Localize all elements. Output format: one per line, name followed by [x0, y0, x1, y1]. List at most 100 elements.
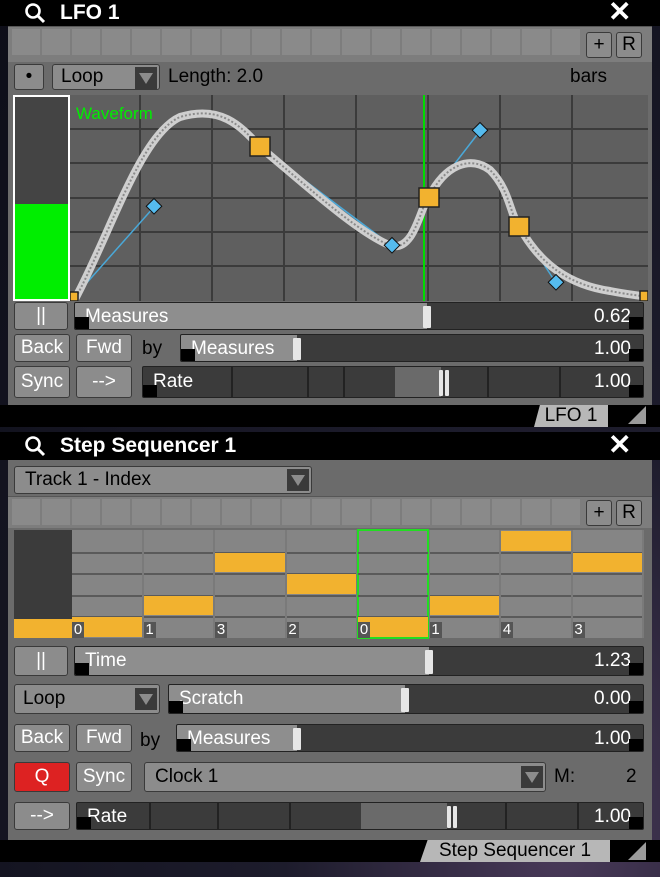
- back-button[interactable]: Back: [14, 334, 70, 362]
- macro-slot[interactable]: [102, 29, 130, 55]
- macro-slot[interactable]: [222, 499, 250, 525]
- lfo-mode-dropdown[interactable]: Loop: [52, 64, 160, 90]
- step-column[interactable]: 3: [572, 530, 642, 638]
- macro-slot[interactable]: [222, 29, 250, 55]
- macro-slot[interactable]: [492, 499, 520, 525]
- seq-tab[interactable]: Step Sequencer 1: [420, 840, 610, 862]
- macro-slot[interactable]: [162, 29, 190, 55]
- macro-slot[interactable]: [342, 29, 370, 55]
- macro-slot[interactable]: [192, 29, 220, 55]
- resize-handle-icon[interactable]: [628, 406, 646, 424]
- step-grid[interactable]: 0 1 3 2 0 1 4 3: [72, 529, 644, 639]
- arrow-button[interactable]: -->: [76, 366, 132, 398]
- macro-slot[interactable]: [252, 499, 280, 525]
- macro-slot[interactable]: [252, 29, 280, 55]
- macro-slot[interactable]: [462, 29, 490, 55]
- macro-slot[interactable]: [342, 499, 370, 525]
- macro-slot[interactable]: [552, 499, 580, 525]
- macro-slot[interactable]: [372, 499, 400, 525]
- waveform-point[interactable]: [70, 291, 79, 301]
- back-button[interactable]: Back: [14, 724, 70, 752]
- slider-knob[interactable]: [293, 728, 301, 750]
- slider-knob[interactable]: [425, 650, 433, 674]
- waveform-point[interactable]: [639, 290, 648, 301]
- macro-slot[interactable]: [462, 499, 490, 525]
- rate-slider[interactable]: Rate 1.00: [142, 366, 644, 398]
- macro-slot[interactable]: [402, 29, 430, 55]
- rate-slider[interactable]: Rate 1.00: [76, 802, 644, 830]
- step-column[interactable]: 0: [72, 530, 142, 638]
- measures-slider[interactable]: Measures 0.62: [74, 302, 644, 330]
- macro-slot[interactable]: [102, 499, 130, 525]
- macro-slot[interactable]: [552, 29, 580, 55]
- sync-button[interactable]: Sync: [14, 366, 70, 398]
- add-button[interactable]: +: [586, 32, 612, 58]
- time-slider[interactable]: Time 1.23: [74, 646, 644, 676]
- pause-button[interactable]: ||: [14, 302, 68, 330]
- fwd-button[interactable]: Fwd: [76, 724, 132, 752]
- step-value-bar[interactable]: [429, 595, 499, 616]
- seq-mode-dropdown[interactable]: Loop: [14, 684, 160, 714]
- slider-knob[interactable]: [293, 338, 301, 360]
- macro-slot[interactable]: [12, 499, 40, 525]
- macro-slot[interactable]: [162, 499, 190, 525]
- macro-slot[interactable]: [72, 499, 100, 525]
- reset-button[interactable]: R: [616, 32, 642, 58]
- macro-slot[interactable]: [522, 499, 550, 525]
- macro-slot[interactable]: [282, 499, 310, 525]
- macro-slot[interactable]: [492, 29, 520, 55]
- by-measures-slider[interactable]: Measures 1.00: [176, 724, 644, 752]
- slider-knob[interactable]: [401, 688, 409, 712]
- waveform-point[interactable]: [418, 187, 440, 208]
- macro-slot[interactable]: [522, 29, 550, 55]
- slider-knob[interactable]: [453, 806, 457, 828]
- slider-knob[interactable]: [445, 370, 449, 396]
- step-value-bar[interactable]: [143, 595, 213, 616]
- search-icon[interactable]: [24, 2, 46, 24]
- step-value-bar[interactable]: [286, 574, 356, 594]
- close-icon[interactable]: ✕: [608, 431, 631, 459]
- macro-slot[interactable]: [402, 499, 430, 525]
- lfo-tab[interactable]: LFO 1: [534, 405, 608, 427]
- macro-slot[interactable]: [72, 29, 100, 55]
- track-dropdown[interactable]: Track 1 - Index: [14, 466, 312, 494]
- step-column[interactable]: 2: [286, 530, 356, 638]
- arrow-button[interactable]: -->: [14, 802, 70, 830]
- close-icon[interactable]: ✕: [608, 0, 631, 26]
- macro-slot[interactable]: [132, 29, 160, 55]
- step-column[interactable]: 0: [357, 529, 429, 639]
- seq-titlebar[interactable]: Step Sequencer 1 ✕: [0, 431, 660, 460]
- step-value-bar[interactable]: [501, 531, 571, 551]
- step-value-bar[interactable]: [572, 552, 642, 573]
- pause-button[interactable]: ||: [14, 646, 68, 676]
- macro-slot[interactable]: [192, 499, 220, 525]
- macro-slot[interactable]: [132, 499, 160, 525]
- macro-slot[interactable]: [432, 499, 460, 525]
- macro-slot[interactable]: [432, 29, 460, 55]
- lfo-macro-strip[interactable]: [8, 26, 652, 62]
- scratch-slider[interactable]: Scratch 0.00: [168, 684, 644, 714]
- waveform-point[interactable]: [249, 136, 271, 157]
- reset-button[interactable]: R: [616, 500, 642, 526]
- fwd-button[interactable]: Fwd: [76, 334, 132, 362]
- by-measures-slider[interactable]: Measures 1.00: [180, 334, 644, 362]
- macro-slot[interactable]: [312, 29, 340, 55]
- macro-slot[interactable]: [42, 29, 70, 55]
- add-button[interactable]: +: [586, 500, 612, 526]
- macro-slot[interactable]: [42, 499, 70, 525]
- waveform-graph[interactable]: Waveform: [70, 95, 648, 301]
- step-column[interactable]: 3: [215, 530, 285, 638]
- macro-slot[interactable]: [12, 29, 40, 55]
- dot-button[interactable]: •: [14, 64, 44, 90]
- step-column[interactable]: 1: [143, 530, 213, 638]
- search-icon[interactable]: [24, 435, 46, 457]
- waveform-point[interactable]: [508, 216, 530, 237]
- lfo-titlebar[interactable]: LFO 1 ✕: [0, 0, 660, 26]
- step-value-bar[interactable]: [215, 552, 285, 573]
- macro-slot[interactable]: [282, 29, 310, 55]
- seq-macro-strip[interactable]: [8, 496, 652, 528]
- step-column[interactable]: 4: [501, 530, 571, 638]
- macro-slot[interactable]: [312, 499, 340, 525]
- step-column[interactable]: 1: [429, 530, 499, 638]
- sync-button[interactable]: Sync: [76, 762, 132, 792]
